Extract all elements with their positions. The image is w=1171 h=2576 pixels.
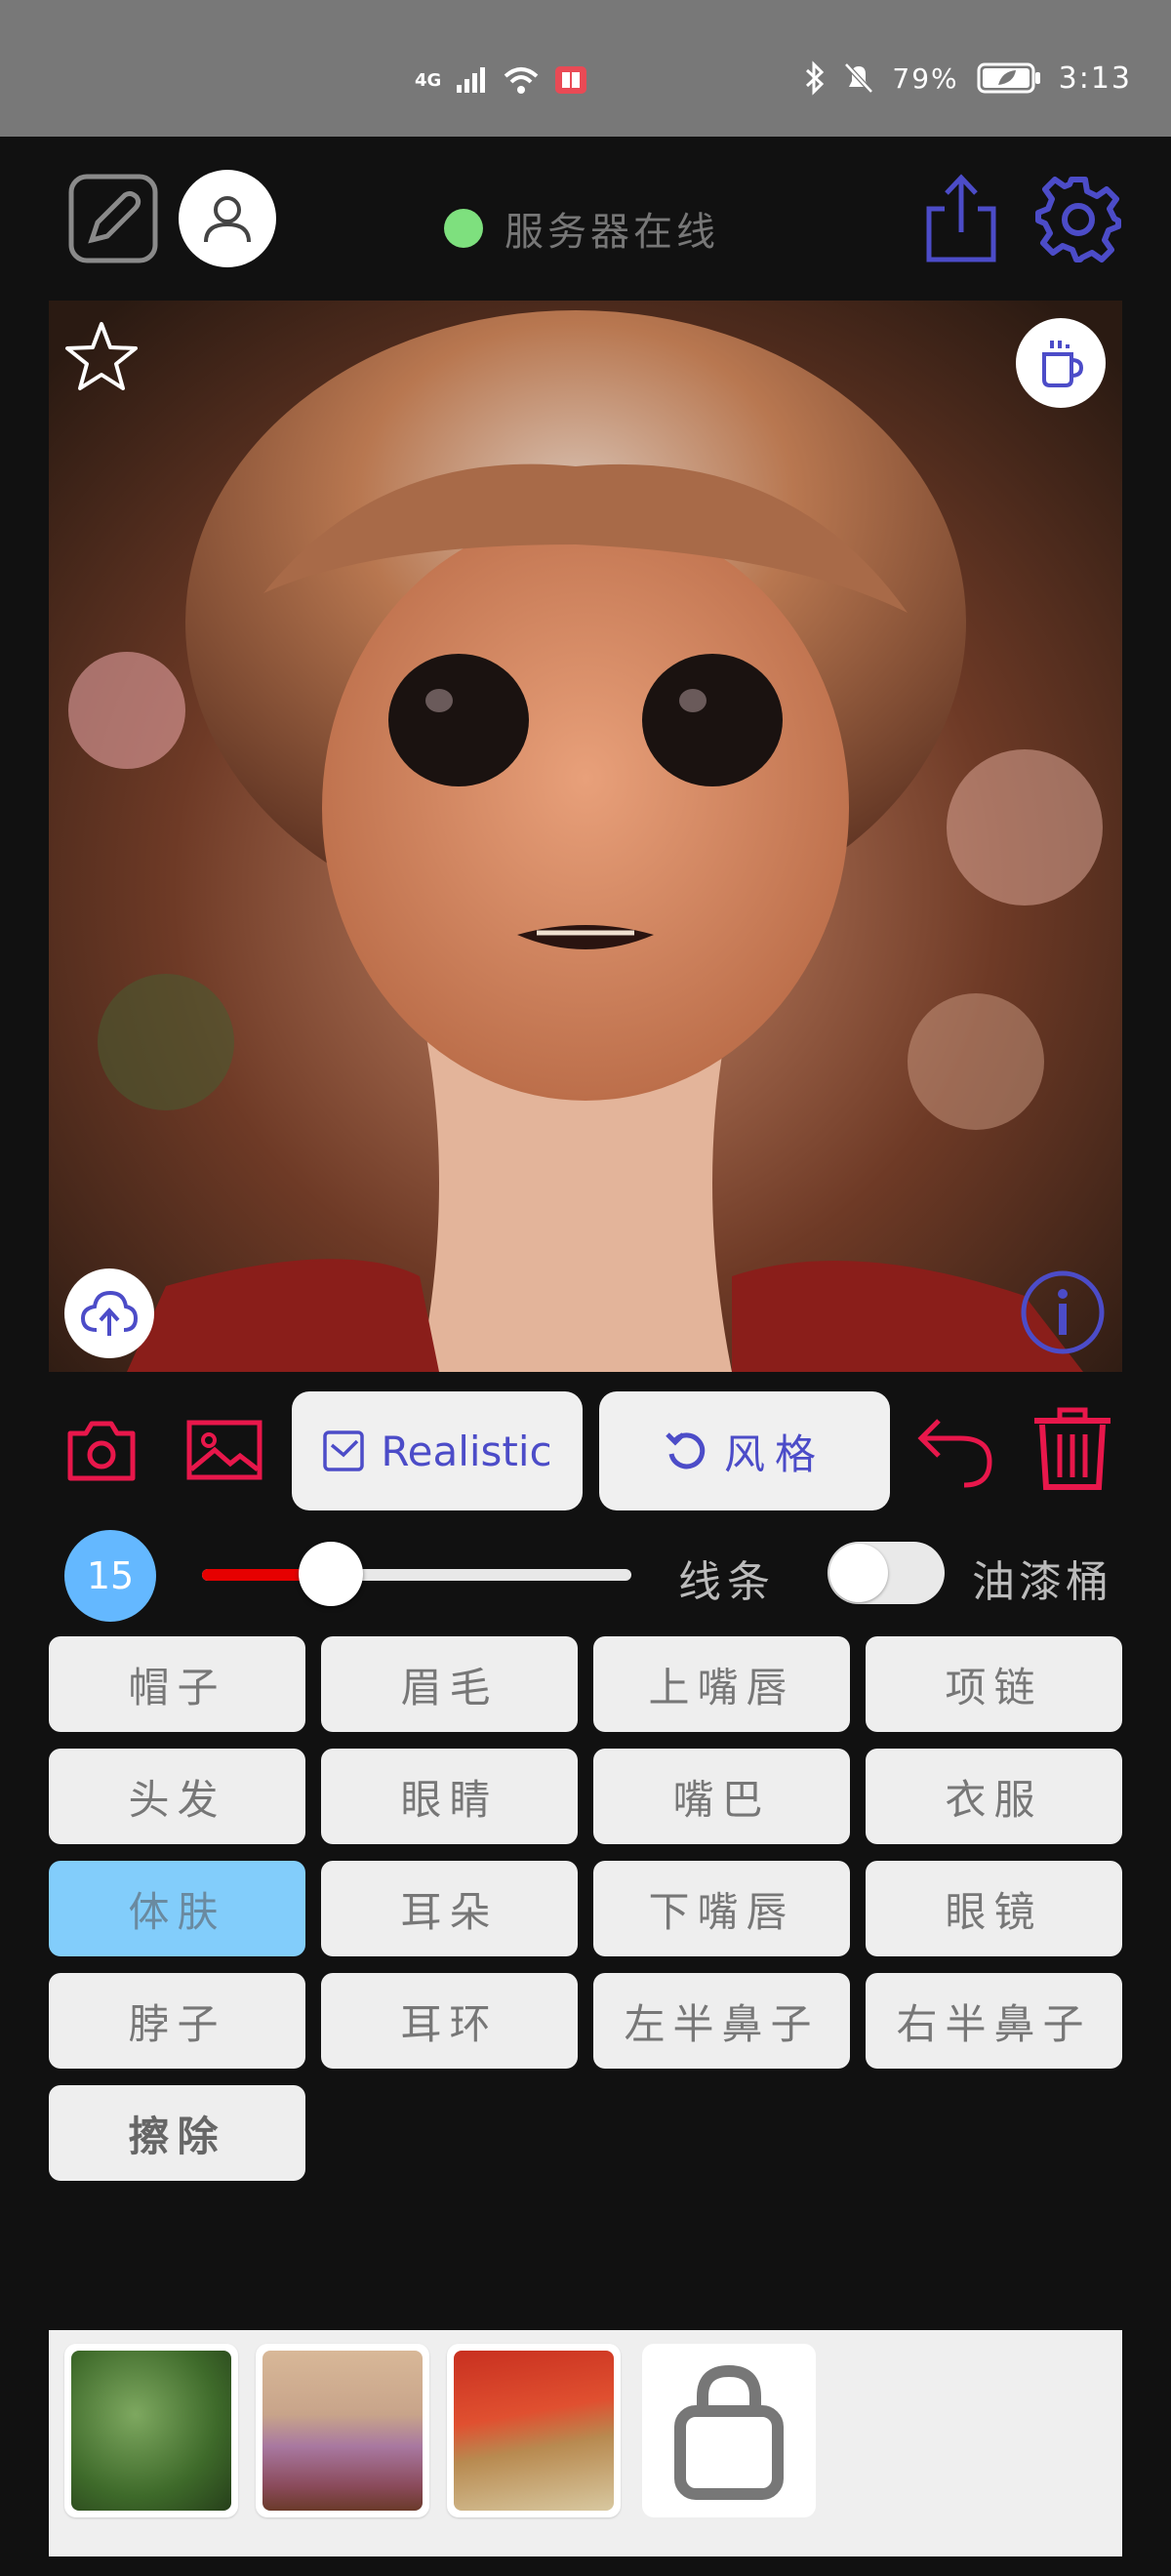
part-button[interactable]: 体肤 [49, 1861, 305, 1956]
clear-canvas-button[interactable] [1030, 1407, 1114, 1491]
info-button[interactable] [1019, 1268, 1107, 1356]
undo-arrow-icon [917, 1419, 992, 1488]
realistic-mode-toggle[interactable]: Realistic [292, 1391, 583, 1510]
battery-percent: 79% [892, 61, 959, 95]
server-status-label: 服务器在线 [505, 210, 719, 255]
brush-size-slider[interactable] [202, 1569, 631, 1581]
book-notification-icon [555, 66, 587, 94]
part-button[interactable]: 耳环 [321, 1973, 578, 2069]
style-button[interactable]: 风格 [599, 1391, 890, 1510]
network-type: 4G [415, 69, 442, 91]
part-button[interactable]: 脖子 [49, 1973, 305, 2069]
paint-bucket-toggle-knob [829, 1544, 888, 1602]
paint-bucket-label: 油漆桶 [972, 1557, 1112, 1607]
status-left-icons: 4G [415, 64, 587, 96]
image-icon [186, 1420, 262, 1480]
part-button[interactable]: 眼镜 [866, 1861, 1122, 1956]
drawing-canvas[interactable] [49, 301, 1122, 1372]
favorite-button[interactable] [62, 318, 141, 396]
style-button-label: 风格 [723, 1429, 826, 1478]
status-bar: 4G 79% 3:13 [0, 0, 1171, 137]
part-button[interactable]: 上嘴唇 [593, 1636, 850, 1732]
style-thumbnail-1[interactable] [64, 2344, 238, 2517]
bell-muted-icon [844, 62, 874, 94]
sketch-edit-button[interactable] [68, 174, 158, 263]
user-icon [204, 196, 251, 243]
part-button[interactable]: 衣服 [866, 1749, 1122, 1844]
red-flowers-thumbnail [454, 2351, 614, 2511]
undo-button[interactable] [915, 1411, 997, 1489]
gear-icon [1035, 177, 1121, 262]
style-thumbnail-3[interactable] [447, 2344, 621, 2517]
share-button[interactable] [917, 172, 1005, 265]
undo-rotate-icon [666, 1432, 706, 1469]
clock: 3:13 [1058, 60, 1132, 96]
shopping-bag-icon [674, 2364, 784, 2500]
cloud-upload-icon [80, 1290, 139, 1336]
checkbox-icon [323, 1430, 365, 1471]
server-status: 服务器在线 [444, 200, 719, 257]
part-button[interactable]: 嘴巴 [593, 1749, 850, 1844]
star-icon [65, 322, 138, 390]
part-button[interactable]: 帽子 [49, 1636, 305, 1732]
part-button[interactable]: 耳朵 [321, 1861, 578, 1956]
part-button[interactable]: 眼睛 [321, 1749, 578, 1844]
green-foliage-thumbnail [71, 2351, 231, 2511]
part-button[interactable]: 下嘴唇 [593, 1861, 850, 1956]
part-button[interactable]: 项链 [866, 1636, 1122, 1732]
part-button[interactable]: 右半鼻子 [866, 1973, 1122, 2069]
coffee-button[interactable] [1016, 318, 1106, 408]
part-button[interactable]: 头发 [49, 1749, 305, 1844]
brush-size-value: 15 [86, 1554, 135, 1597]
bluetooth-icon [806, 60, 825, 96]
purple-flowers-thumbnail [262, 2351, 423, 2511]
gallery-button[interactable] [185, 1411, 263, 1489]
realistic-mode-label: Realistic [381, 1427, 552, 1475]
camera-icon [67, 1421, 136, 1481]
edit-pen-icon [68, 174, 158, 263]
paint-bucket-toggle[interactable] [828, 1542, 945, 1604]
server-status-dot [444, 209, 483, 248]
style-image-tray [49, 2330, 1122, 2556]
lines-label: 线条 [678, 1557, 776, 1607]
upload-button[interactable] [64, 1268, 154, 1358]
wifi-icon [504, 67, 539, 94]
user-profile-button[interactable] [179, 170, 276, 267]
camera-button[interactable] [64, 1411, 139, 1489]
signal-icon [457, 67, 486, 93]
coffee-cup-icon [1042, 341, 1084, 387]
generated-portrait-image [49, 301, 1122, 1372]
info-icon [1021, 1270, 1105, 1354]
style-thumbnail-2[interactable] [256, 2344, 429, 2517]
part-button[interactable]: 左半鼻子 [593, 1973, 850, 2069]
status-right-icons: 79% 3:13 [804, 60, 1132, 96]
share-upload-icon [926, 174, 996, 262]
part-button[interactable]: 眉毛 [321, 1636, 578, 1732]
brush-size-indicator: 15 [64, 1530, 156, 1622]
part-button[interactable]: 擦除 [49, 2085, 305, 2181]
trash-icon [1034, 1407, 1110, 1490]
brush-size-slider-thumb[interactable] [299, 1542, 363, 1606]
settings-button[interactable] [1032, 174, 1124, 265]
shop-button[interactable] [642, 2344, 816, 2517]
battery-icon [977, 62, 1040, 94]
